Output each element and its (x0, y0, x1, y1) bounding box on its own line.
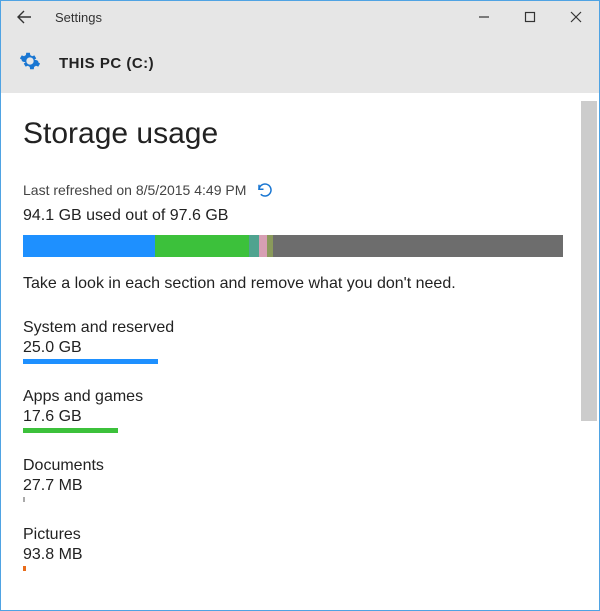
last-refreshed-text: Last refreshed on 8/5/2015 4:49 PM (23, 182, 246, 198)
category-bar-pictures (23, 566, 26, 571)
usage-summary: 94.1 GB used out of 97.6 GB (23, 207, 577, 225)
category-title: Pictures (23, 526, 577, 544)
content-area: Storage usage Last refreshed on 8/5/2015… (1, 93, 599, 610)
back-arrow-icon (16, 9, 32, 25)
breadcrumb: THIS PC (C:) (59, 55, 154, 72)
category-bar-apps (23, 428, 118, 433)
last-refreshed-row: Last refreshed on 8/5/2015 4:49 PM (23, 181, 577, 199)
window-title: Settings (47, 10, 102, 25)
category-pictures[interactable]: Pictures 93.8 MB (23, 526, 577, 571)
page-title: Storage usage (23, 117, 577, 151)
category-title: System and reserved (23, 319, 577, 337)
vertical-scrollbar[interactable] (581, 101, 597, 421)
title-bar: Settings (1, 1, 599, 33)
minimize-button[interactable] (461, 1, 507, 33)
close-icon (570, 11, 582, 23)
minimize-icon (478, 11, 490, 23)
bar-segment-other (273, 235, 563, 257)
category-size: 93.8 MB (23, 546, 577, 564)
page-header: THIS PC (C:) (1, 33, 599, 93)
category-bar-documents (23, 497, 25, 502)
close-button[interactable] (553, 1, 599, 33)
category-size: 17.6 GB (23, 408, 577, 426)
category-title: Apps and games (23, 388, 577, 406)
bar-segment-misc2 (259, 235, 267, 257)
category-title: Documents (23, 457, 577, 475)
category-size: 25.0 GB (23, 339, 577, 357)
bar-segment-system (23, 235, 155, 257)
gear-icon (19, 50, 41, 77)
hint-text: Take a look in each section and remove w… (23, 275, 577, 293)
bar-segment-apps (155, 235, 249, 257)
category-size: 27.7 MB (23, 477, 577, 495)
refresh-button[interactable] (256, 181, 274, 199)
category-documents[interactable]: Documents 27.7 MB (23, 457, 577, 502)
back-button[interactable] (1, 1, 47, 33)
category-apps[interactable]: Apps and games 17.6 GB (23, 388, 577, 433)
maximize-icon (524, 11, 536, 23)
storage-usage-bar (23, 235, 563, 257)
category-bar-system (23, 359, 158, 364)
category-system[interactable]: System and reserved 25.0 GB (23, 319, 577, 364)
maximize-button[interactable] (507, 1, 553, 33)
refresh-icon (256, 181, 274, 199)
bar-segment-misc1 (249, 235, 259, 257)
